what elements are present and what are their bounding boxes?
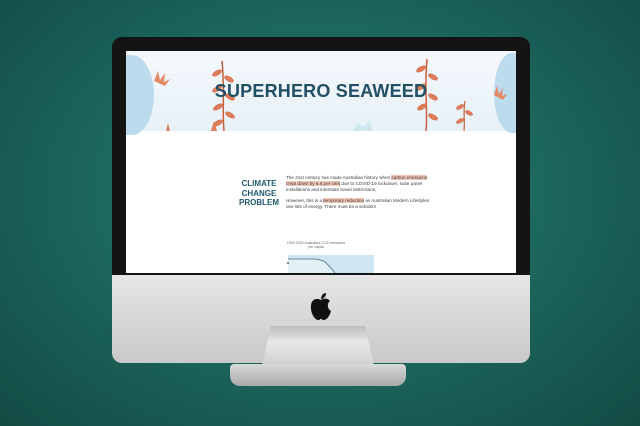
apple-logo-icon xyxy=(310,293,331,320)
sea-rock xyxy=(352,121,373,131)
screen: SUPERHERO SEAWEED CLIMATE CHANGE PROBLEM… xyxy=(126,51,516,273)
chart-point xyxy=(287,262,289,264)
monitor-stand-neck xyxy=(262,326,374,366)
intro-text: The 21st century has made Australian his… xyxy=(286,175,436,210)
monitor-stand-base xyxy=(230,364,406,386)
hero-banner: SUPERHERO SEAWEED xyxy=(126,51,516,135)
monitor-bezel: SUPERHERO SEAWEED CLIMATE CHANGE PROBLEM… xyxy=(112,37,530,275)
chart-caption: 1990-2020 Australia's CO2 emissions per … xyxy=(286,241,346,249)
page-title: SUPERHERO SEAWEED xyxy=(214,81,428,101)
emissions-chart xyxy=(287,255,374,273)
para2-text: However, this is a xyxy=(286,197,324,203)
seaweed-small xyxy=(456,100,473,131)
para1-text: The 21st century has made Australian his… xyxy=(286,175,392,180)
imac-monitor: SUPERHERO SEAWEED CLIMATE CHANGE PROBLEM… xyxy=(112,37,530,363)
para2-highlight: temporary reduction xyxy=(323,197,365,203)
seaweed-bottom-left xyxy=(166,121,217,131)
section-title: CLIMATE CHANGE PROBLEM xyxy=(239,179,279,207)
